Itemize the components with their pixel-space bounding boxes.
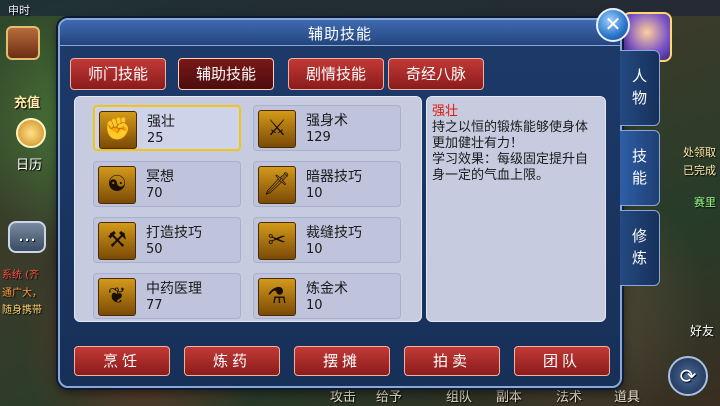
skill-name: 冥想 (146, 169, 174, 185)
herb-medicine-icon: ❦ (98, 278, 136, 316)
skill-card-strength[interactable]: ✊ 强壮 25 (93, 105, 241, 151)
quest-tracker-line[interactable]: 已完成 (683, 162, 716, 178)
alchemy-icon: ⚗ (258, 278, 296, 316)
skill-level: 10 (306, 298, 323, 313)
skill-card-body-training[interactable]: ⚔ 强身术 129 (253, 105, 401, 151)
skill-card-herbal-medicine[interactable]: ❦ 中药医理 77 (93, 273, 241, 319)
meditation-icon: ☯ (98, 166, 136, 204)
stall-button[interactable]: 摆摊 (294, 346, 390, 376)
calendar-label: 日历 (16, 158, 43, 173)
calendar-icon[interactable] (16, 118, 46, 148)
skill-level: 10 (306, 242, 323, 257)
skill-name: 打造技巧 (146, 225, 202, 241)
cooking-button[interactable]: 烹饪 (74, 346, 170, 376)
scissors-tailor-icon: ✂ (258, 222, 296, 260)
tab-character[interactable]: 人 物 (620, 50, 660, 126)
skill-level: 25 (147, 131, 164, 146)
quest-tracker-line[interactable]: 赛里 (694, 194, 716, 210)
close-button[interactable]: ✕ (596, 8, 630, 42)
skill-card-alchemy[interactable]: ⚗ 炼金术 10 (253, 273, 401, 319)
chat-line: 随身携带 (2, 305, 42, 316)
tab-meridian-skills[interactable]: 奇经八脉 (388, 58, 484, 90)
give-button[interactable]: 给予 (376, 386, 402, 405)
inventory-button[interactable]: 道具 (614, 386, 640, 405)
chat-line: 通广大， (2, 288, 42, 299)
map-icon[interactable] (6, 26, 40, 60)
skill-name: 强身术 (306, 113, 348, 129)
chat-icon[interactable]: … (8, 221, 46, 253)
attack-button[interactable]: 攻击 (330, 386, 356, 405)
left-hud-column: 充值 日历 … 系统 (齐 通广大， 随身携带 (0, 16, 62, 406)
skills-dialog: 辅助技能 ✕ 师门技能 辅助技能 剧情技能 奇经八脉 ✊ 强壮 25 ⚔ 强身术… (58, 8, 630, 388)
dungeon-button[interactable]: 副本 (496, 386, 522, 405)
skill-card-meditation[interactable]: ☯ 冥想 70 (93, 161, 241, 207)
flex-strength-icon: ✊ (99, 111, 137, 149)
hammer-forge-icon: ⚒ (98, 222, 136, 260)
skill-level: 10 (306, 186, 323, 201)
tab-school-skills[interactable]: 师门技能 (70, 58, 166, 90)
skill-description-panel: 强壮 持之以恒的锻炼能够使身体更加健壮有力！ 学习效果：每级固定提升自身一定的气… (426, 96, 606, 322)
skill-name: 中药医理 (146, 281, 202, 297)
description-effect: 学习效果：每级固定提升自身一定的气血上限。 (432, 152, 589, 183)
skill-name: 强壮 (147, 114, 175, 130)
tab-story-skills[interactable]: 剧情技能 (288, 58, 384, 90)
body-training-icon: ⚔ (258, 110, 296, 148)
skill-level: 70 (146, 186, 163, 201)
skill-card-throwing-weapons[interactable]: 🗡 暗器技巧 10 (253, 161, 401, 207)
team-button[interactable]: 团队 (514, 346, 610, 376)
skill-name: 暗器技巧 (306, 169, 362, 185)
description-title: 强壮 (432, 104, 459, 119)
recharge-button[interactable]: 充值 (14, 92, 40, 111)
quest-tracker-line[interactable]: 处领取 (683, 144, 716, 160)
skill-level: 129 (306, 130, 331, 145)
chat-line: 系统 (齐 (2, 270, 40, 281)
alchemy-button[interactable]: 炼药 (184, 346, 280, 376)
skill-card-forging[interactable]: ⚒ 打造技巧 50 (93, 217, 241, 263)
auction-button[interactable]: 拍卖 (404, 346, 500, 376)
skill-level: 50 (146, 242, 163, 257)
skill-name: 炼金术 (306, 281, 348, 297)
dialog-titlebar: 辅助技能 (60, 20, 620, 46)
skills-grid: ✊ 强壮 25 ⚔ 强身术 129 ☯ 冥想 70 🗡 暗器技巧 10 ⚒ 打造… (74, 96, 422, 322)
skill-level: 77 (146, 298, 163, 313)
description-text: 持之以恒的锻炼能够使身体更加健壮有力！ (432, 120, 589, 151)
tab-skills[interactable]: 技 能 (620, 130, 660, 206)
throwing-dagger-icon: 🗡 (258, 166, 296, 204)
friends-button[interactable]: 好友 (690, 322, 714, 339)
team-button[interactable]: 组队 (446, 386, 472, 405)
tab-cultivation[interactable]: 修 炼 (620, 210, 660, 286)
skill-name: 裁缝技巧 (306, 225, 362, 241)
dialog-title: 辅助技能 (307, 25, 372, 43)
tab-auxiliary-skills[interactable]: 辅助技能 (178, 58, 274, 90)
spell-button[interactable]: 法术 (556, 386, 582, 405)
skill-card-tailoring[interactable]: ✂ 裁缝技巧 10 (253, 217, 401, 263)
